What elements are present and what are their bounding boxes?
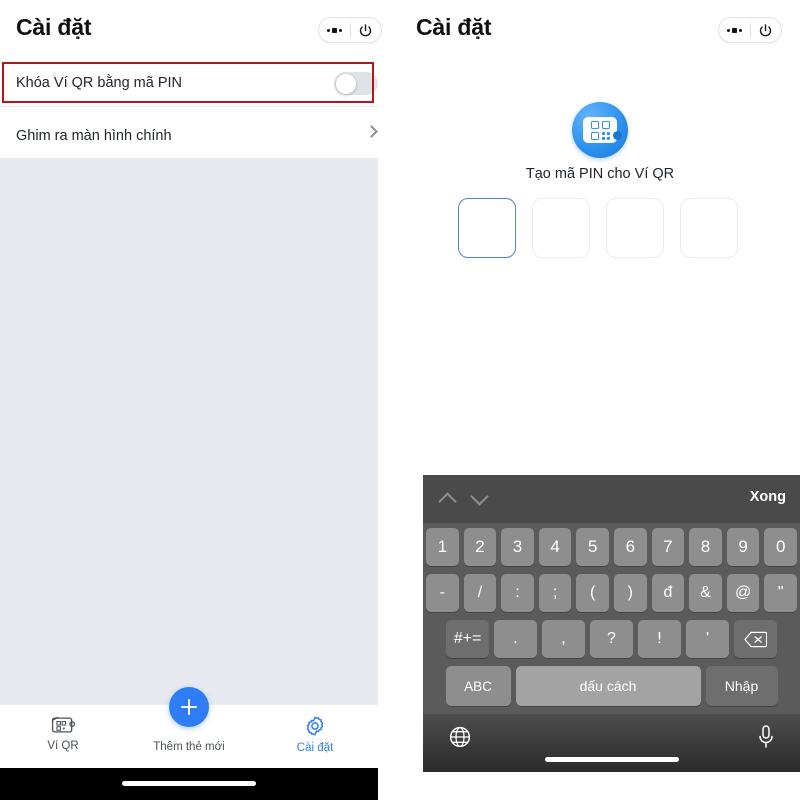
key-hyphen[interactable]: - [426,574,459,612]
tab-cai-dat-label: Cài đặt [296,742,334,754]
on-screen-keyboard: Xong 1 2 3 4 5 6 7 8 9 0 - /: ; () đ &… [423,475,800,772]
content-placeholder-area [0,158,378,704]
setting-row-pin-home[interactable]: Ghim ra màn hình chính [0,114,378,158]
lock-wallet-toggle[interactable] [334,72,378,95]
header-actions-pill [318,17,382,43]
key-symbols-toggle[interactable]: #+= [446,620,489,658]
more-button[interactable] [319,18,350,42]
key-dong[interactable]: đ [651,574,685,612]
pin-box-4[interactable] [680,198,738,258]
key-6[interactable]: 6 [614,528,647,566]
key-7[interactable]: 7 [651,528,685,566]
key-comma[interactable]: , [542,620,585,658]
setting-row-pin-home-label: Ghim ra màn hình chính [16,128,172,144]
qr-grid [590,120,610,140]
home-indicator-right[interactable] [544,757,679,762]
keyboard-row-numbers: 1 2 3 4 5 6 7 8 9 0 [426,528,797,566]
chevron-down-icon[interactable] [470,487,489,506]
key-abc[interactable]: ABC [445,666,511,706]
key-0[interactable]: 0 [764,528,797,566]
qr-cell [590,131,599,140]
keyboard-rows: 1 2 3 4 5 6 7 8 9 0 - / : ; ( ) đ & @ " … [423,523,800,706]
keyboard-toolbar: Xong [423,475,800,523]
key-quote[interactable]: " [764,574,797,612]
qr-cell [601,131,610,140]
key-9[interactable]: 9 [726,528,760,566]
power-icon [760,23,772,36]
header-actions-pill-right [718,17,782,43]
left-phone-screen: Cài đặt Khóa Ví QR bằng mã PIN Ghim ra m… [0,0,400,800]
keyboard-done-button[interactable]: Xong [750,489,786,505]
left-home-indicator-area [0,768,378,800]
qr-card-shape [583,117,622,143]
pin-input-group[interactable] [458,198,738,258]
pin-box-2[interactable] [532,198,590,258]
more-horizontal-icon [726,27,742,33]
microphone-icon[interactable] [758,725,774,749]
pin-box-3[interactable] [606,198,664,258]
key-1[interactable]: 1 [426,528,459,566]
tab-them-the-moi[interactable]: Thêm thẻ mới [126,687,252,768]
qr-cell [601,120,610,129]
backspace-icon [744,631,767,647]
key-colon[interactable]: : [501,574,534,612]
keyboard-row-bottom: ABC dấu cách Nhập [426,666,797,706]
key-period[interactable]: . [494,620,537,658]
key-at[interactable]: @ [726,574,760,612]
setting-row-lock-wallet[interactable]: Khóa Ví QR bằng mã PIN [0,62,378,104]
key-paren-open[interactable]: ( [576,574,609,612]
power-button-right[interactable] [751,18,782,42]
qr-cell [590,120,599,129]
more-horizontal-icon [326,27,342,33]
screenshot-root: Cài đặt Khóa Ví QR bằng mã PIN Ghim ra m… [0,0,800,800]
key-backspace[interactable] [734,620,777,658]
toggle-knob [335,73,356,94]
key-8[interactable]: 8 [689,528,722,566]
page-title: Cài đặt [16,14,92,40]
pin-caption: Tạo mã PIN cho Ví QR [525,166,675,182]
page-title-right: Cài đặt [416,14,492,40]
tab-vi-qr-label: Ví QR [47,740,79,752]
key-4[interactable]: 4 [538,528,572,566]
gear-icon [306,716,324,736]
key-paren-close[interactable]: ) [614,574,647,612]
setting-row-lock-wallet-label: Khóa Ví QR bằng mã PIN [16,75,183,91]
qr-wallet-icon [51,716,76,733]
plus-icon[interactable] [169,687,209,727]
row-separator [0,106,378,107]
pin-box-1[interactable] [458,198,516,258]
more-button-right[interactable] [719,18,750,42]
tab-cai-dat[interactable]: Cài đặt [252,705,378,768]
keyboard-bottom-bar [423,714,800,772]
bottom-tab-bar: Ví QR Thêm thẻ mới Cài đặt [0,687,378,768]
qr-tag-dot [613,131,622,140]
home-indicator[interactable] [122,781,256,786]
key-apostrophe[interactable]: ' [686,620,729,658]
tab-vi-qr[interactable]: Ví QR [0,705,126,768]
right-phone-screen: Cài đặt Tạo mã PIN cho Ví QR Xong 1 2 3 … [400,0,800,800]
globe-icon[interactable] [449,726,471,748]
left-header: Cài đặt [0,0,400,58]
keyboard-row-punctuation: #+= . , ? ! ' [426,620,797,658]
qr-wallet-circle-icon [572,102,628,158]
key-2[interactable]: 2 [463,528,497,566]
key-ampersand[interactable]: & [689,574,722,612]
key-return[interactable]: Nhập [705,666,778,706]
chevron-up-icon[interactable] [438,492,457,511]
keyboard-row-symbols: - / : ; ( ) đ & @ " [426,574,797,612]
key-slash[interactable]: / [463,574,497,612]
key-5[interactable]: 5 [576,528,609,566]
tab-them-the-moi-label: Thêm thẻ mới [153,741,225,753]
power-icon [360,23,372,36]
key-3[interactable]: 3 [501,528,534,566]
key-space[interactable]: dấu cách [515,666,701,706]
key-question[interactable]: ? [590,620,633,658]
power-button[interactable] [351,18,382,42]
key-semicolon[interactable]: ; [538,574,572,612]
key-exclamation[interactable]: ! [638,620,681,658]
right-header: Cài đặt [400,0,800,58]
